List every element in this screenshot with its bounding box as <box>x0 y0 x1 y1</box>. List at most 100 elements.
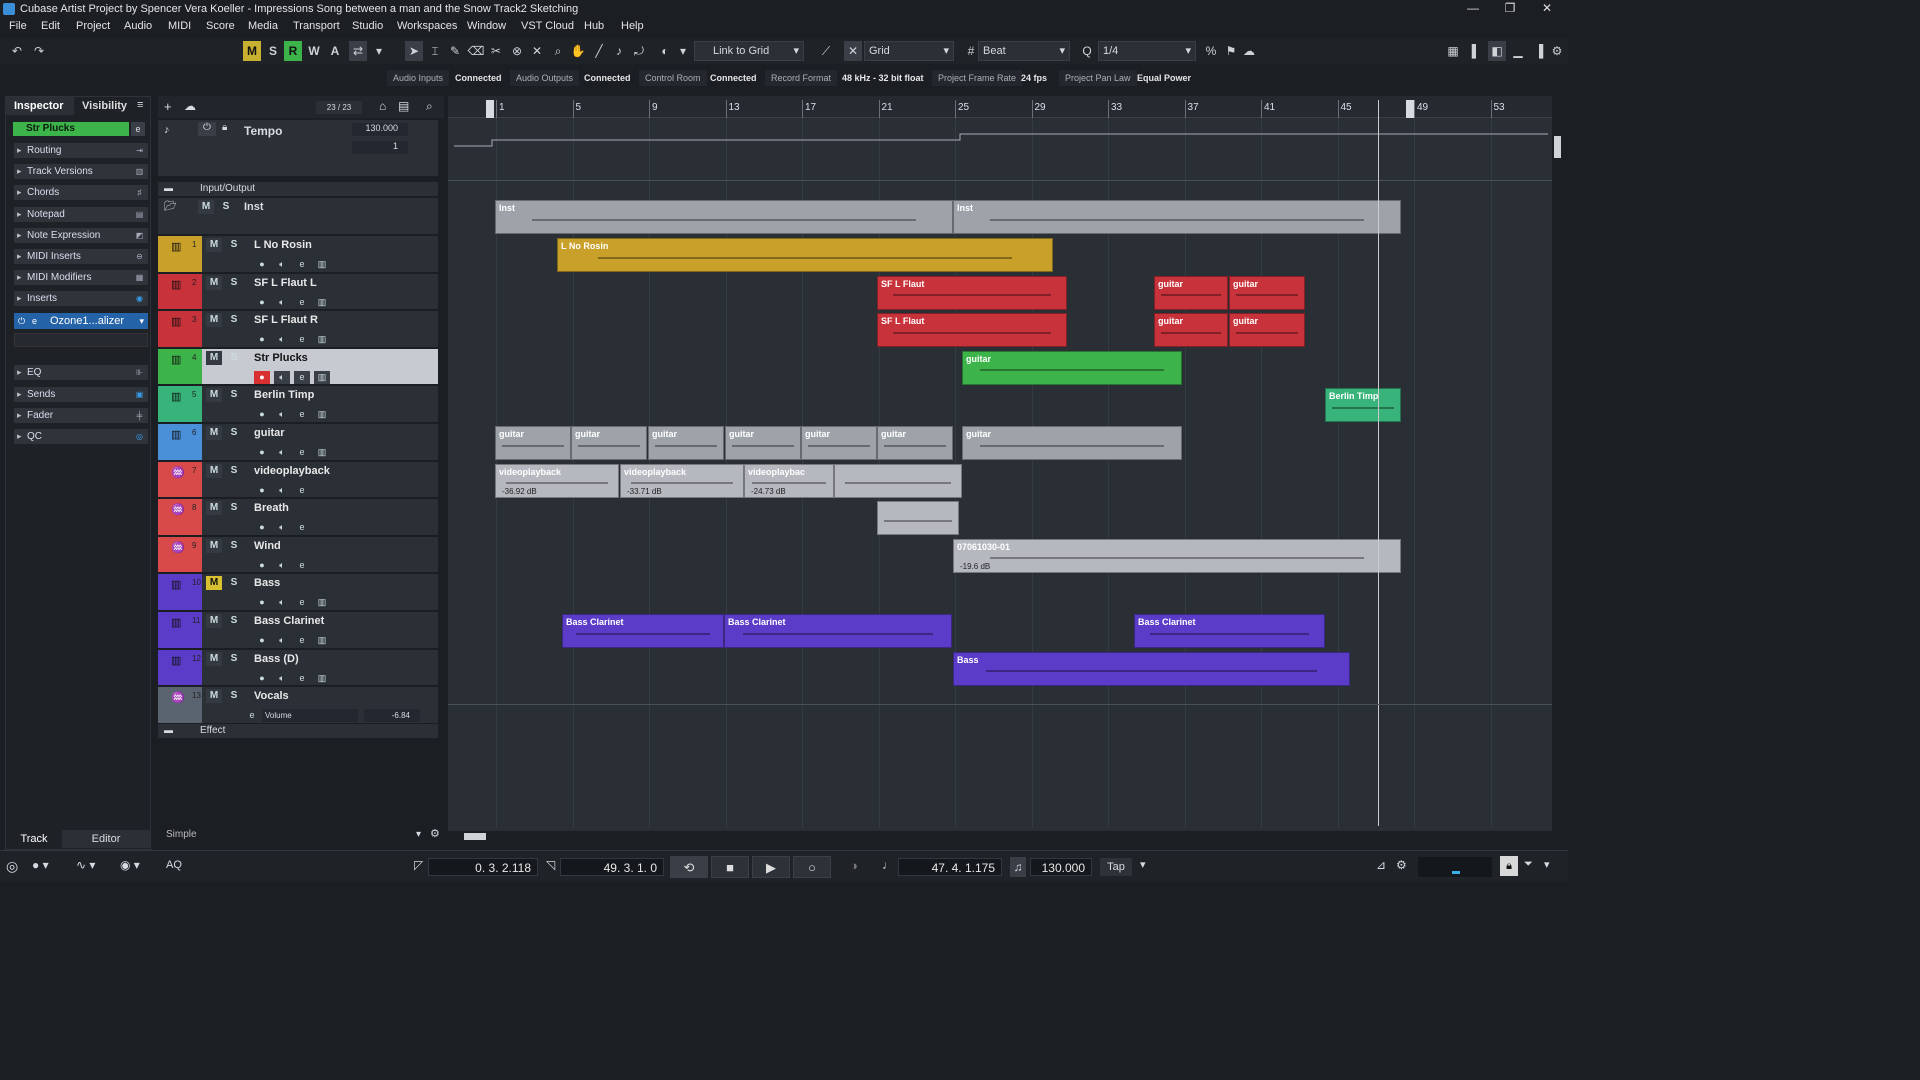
edit-instrument-icon[interactable]: e <box>294 634 310 647</box>
zoom-tool-icon[interactable]: ⌕ <box>549 41 567 61</box>
monitor-icon[interactable]: 🔈︎ <box>274 370 290 384</box>
mute-button[interactable]: M <box>198 200 214 214</box>
record-enable-icon[interactable]: ● <box>254 446 270 459</box>
position-field[interactable]: 47. 4. 1.175 <box>898 858 1002 876</box>
event[interactable]: guitar <box>725 426 801 460</box>
stop-button[interactable]: ■ <box>711 856 749 878</box>
event[interactable]: guitar <box>877 426 953 460</box>
menu-media[interactable]: Media <box>248 20 278 32</box>
chevron-down-icon[interactable]: ▾ <box>674 41 692 61</box>
track-color-strip[interactable]: ▥ 6 <box>158 424 202 460</box>
monitor-icon[interactable]: 🔈︎ <box>274 596 290 610</box>
edit-instrument-icon[interactable]: e <box>294 521 310 535</box>
mute-button[interactable]: M <box>206 463 222 478</box>
right-zone-icon[interactable]: ▐ <box>1530 41 1548 61</box>
menu-transport[interactable]: Transport <box>293 20 340 32</box>
inspector-zone-icon[interactable]: ◧ <box>1488 41 1506 61</box>
monitor-icon[interactable]: 🔈︎ <box>274 446 290 459</box>
track-name[interactable]: SF L Flaut R <box>254 314 318 326</box>
quantize-dropdown[interactable]: 1/4 ▾ <box>1098 41 1196 61</box>
lock-icon[interactable]: 🔒︎ <box>222 122 227 133</box>
record-enable-icon[interactable]: ● <box>254 671 270 685</box>
menu-icon[interactable]: ≡ <box>137 99 143 111</box>
track-row[interactable]: ▥ 5 M S Berlin Timp ● 🔈︎ e ▥ <box>158 386 438 423</box>
record-enable-icon[interactable]: ● <box>254 408 270 422</box>
add-folder-icon[interactable]: ☁ <box>184 99 196 113</box>
record-button[interactable]: ○ <box>793 856 831 878</box>
edit-instrument-icon[interactable]: e <box>294 558 310 572</box>
punch-icon[interactable]: ◑ <box>850 858 858 873</box>
track-color-strip[interactable]: ▥ 2 <box>158 273 202 310</box>
event[interactable]: SF L Flaut <box>877 275 1067 310</box>
mute-button[interactable]: M <box>206 614 222 628</box>
track-color-strip[interactable]: ▥ 4 <box>158 348 202 385</box>
track-row[interactable]: ▥ 4 M S Str Plucks ● 🔈︎ e ▥ <box>158 348 438 386</box>
audio-inputs-value[interactable]: Connected <box>451 70 506 86</box>
list-icon[interactable]: ▤ <box>398 99 409 113</box>
event[interactable]: Bass Clarinet <box>1134 614 1325 648</box>
link-to-grid-dropdown[interactable]: Link to Grid ▾ <box>694 41 804 61</box>
track-name[interactable]: Berlin Timp <box>254 389 314 401</box>
event[interactable]: SF L Flaut <box>877 313 1067 348</box>
section-eq[interactable]: EQ ⊪ <box>14 365 148 380</box>
insert-slot-1[interactable]: Ozone1...alizer ⏻ e ▾ <box>14 313 148 329</box>
solo-button[interactable]: S <box>226 238 242 252</box>
event[interactable]: videoplayback -36.92 dB <box>495 463 619 498</box>
instrument-editor-icon[interactable]: ▥ <box>314 596 330 610</box>
section-qc[interactable]: QC ◎ <box>14 429 148 444</box>
menu-edit[interactable]: Edit <box>41 20 60 32</box>
folder-inst[interactable]: 📂︎ M S Inst <box>158 198 438 234</box>
solo-button[interactable]: S <box>226 501 242 515</box>
record-enable-icon[interactable]: ● <box>254 295 270 309</box>
track-color-strip[interactable]: ▥ 12 <box>158 649 202 686</box>
inspector-track-name[interactable]: Str Plucks <box>13 122 129 136</box>
event[interactable]: guitar <box>962 350 1182 385</box>
horizontal-scrollbar[interactable] <box>448 831 1552 843</box>
audio-outputs-value[interactable]: Connected <box>580 70 635 86</box>
edit-plugin-icon[interactable]: e <box>32 313 37 329</box>
color-tool-icon[interactable]: ◐ <box>656 41 674 61</box>
aq-button[interactable]: AQ <box>166 859 182 871</box>
tempo-value-field[interactable]: 130.000 <box>352 123 408 136</box>
mute-mode-button[interactable]: M <box>243 41 261 61</box>
window-layout-icon[interactable]: ▦ <box>1444 41 1462 61</box>
track-color-strip[interactable]: ♒ 13 <box>158 687 202 723</box>
event[interactable]: guitar <box>1229 275 1305 310</box>
event[interactable]: guitar <box>1229 313 1305 348</box>
ruler[interactable]: 1 5 9 13 17 21 25 29 33 37 41 45 49 53 <box>448 96 1552 118</box>
section-note-expression[interactable]: Note Expression ◩ <box>14 228 148 243</box>
instrument-editor-icon[interactable]: ▥ <box>314 408 330 422</box>
left-locator-field[interactable]: 0. 3. 2.118 <box>428 858 538 876</box>
section-midi-inserts[interactable]: MIDI Inserts ⊖ <box>14 249 148 264</box>
insert-slot-2[interactable] <box>14 333 148 347</box>
chevron-down-icon[interactable]: ▾ <box>1140 858 1146 871</box>
mute-button[interactable]: M <box>206 501 222 516</box>
metronome-click-icon[interactable]: ⊿ <box>1376 858 1386 872</box>
maximize-icon[interactable]: ❐ <box>1495 1 1525 17</box>
event[interactable]: Inst <box>495 200 953 234</box>
track-row[interactable]: ♒ 7 M Svideoplayback ● 🔈︎ e <box>158 461 438 499</box>
monitor-icon[interactable]: 🔈︎ <box>274 333 290 347</box>
tab-track[interactable]: Track <box>6 830 62 848</box>
filter-icon[interactable]: ⏷ <box>1524 858 1533 871</box>
solo-button[interactable]: S <box>218 200 234 214</box>
track-name[interactable]: Str Plucks <box>254 352 308 364</box>
track-color-strip[interactable]: ♒ 9 <box>158 536 202 573</box>
menu-audio[interactable]: Audio <box>124 20 152 32</box>
automation-panel-icon[interactable]: ⇄ <box>349 41 367 61</box>
monitor-icon[interactable]: 🔈︎ <box>274 521 290 535</box>
track-color-strip[interactable]: ▥ 3 <box>158 311 202 347</box>
event[interactable]: Berlin Timp <box>1325 388 1401 423</box>
cycle-button[interactable]: ⟲ <box>670 856 708 878</box>
solo-button[interactable]: S <box>226 351 242 365</box>
track-color-strip[interactable]: ▥ 1 <box>158 236 202 272</box>
snap-on-icon[interactable]: ✕ <box>844 41 862 61</box>
event[interactable]: L No Rosin <box>557 238 1053 272</box>
track-color-strip[interactable]: ▥ 5 <box>158 386 202 422</box>
edit-instrument-icon[interactable]: e <box>294 258 310 271</box>
mute-button[interactable]: M <box>206 388 222 403</box>
section-inserts[interactable]: Inserts ◉ <box>14 291 148 306</box>
record-mode-icon[interactable]: ● ▾ <box>32 858 49 872</box>
menu-window[interactable]: Window <box>467 20 506 32</box>
track-row[interactable]: ▥ 2 M S SF L Flaut L ● 🔈︎ e ▥ <box>158 273 438 311</box>
